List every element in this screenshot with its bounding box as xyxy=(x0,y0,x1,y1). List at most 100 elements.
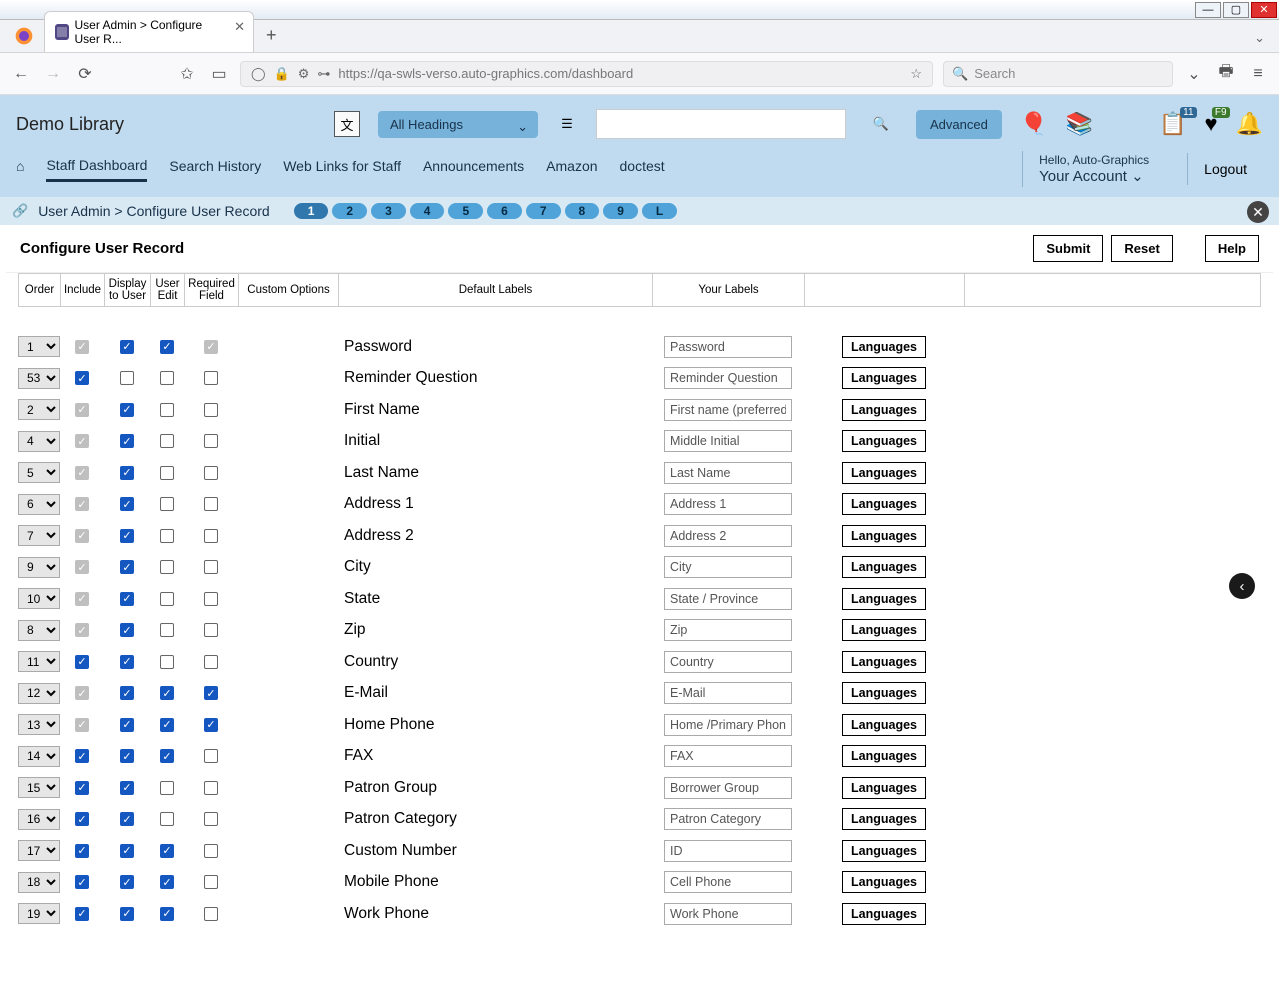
step-pill[interactable]: 3 xyxy=(371,203,406,219)
user-edit-checkbox[interactable] xyxy=(160,655,174,669)
user-edit-checkbox[interactable] xyxy=(160,781,174,795)
languages-button[interactable]: Languages xyxy=(842,871,926,893)
your-label-input[interactable] xyxy=(664,430,792,452)
catalog-search-input[interactable] xyxy=(596,109,846,139)
include-checkbox[interactable]: ✓ xyxy=(75,875,89,889)
display-checkbox[interactable]: ✓ xyxy=(120,812,134,826)
display-checkbox[interactable]: ✓ xyxy=(120,497,134,511)
order-select[interactable]: 17 xyxy=(18,840,60,861)
include-checkbox[interactable]: ✓ xyxy=(75,907,89,921)
display-checkbox[interactable]: ✓ xyxy=(120,655,134,669)
browser-tab[interactable]: User Admin > Configure User R... ✕ xyxy=(44,11,254,52)
pocket-icon[interactable]: ⌄ xyxy=(1183,64,1205,84)
user-edit-checkbox[interactable]: ✓ xyxy=(160,875,174,889)
display-checkbox[interactable]: ✓ xyxy=(120,403,134,417)
your-label-input[interactable] xyxy=(664,777,792,799)
required-checkbox[interactable] xyxy=(204,623,218,637)
step-pill[interactable]: 4 xyxy=(410,203,445,219)
step-pill[interactable]: 7 xyxy=(526,203,561,219)
step-pill[interactable]: 5 xyxy=(448,203,483,219)
window-minimize[interactable]: — xyxy=(1195,2,1221,18)
order-select[interactable]: 10 xyxy=(18,588,60,609)
search-submit-icon[interactable]: 🔍 xyxy=(864,109,898,139)
user-edit-checkbox[interactable] xyxy=(160,529,174,543)
order-select[interactable]: 18 xyxy=(18,872,60,893)
nav-item[interactable]: Web Links for Staff xyxy=(283,158,401,180)
display-checkbox[interactable]: ✓ xyxy=(120,529,134,543)
languages-button[interactable]: Languages xyxy=(842,493,926,515)
your-label-input[interactable] xyxy=(664,871,792,893)
home-icon[interactable]: ⌂ xyxy=(16,158,24,180)
nav-item[interactable]: Search History xyxy=(169,158,261,180)
back-icon[interactable]: ← xyxy=(10,65,32,83)
bell-icon[interactable]: 🔔 xyxy=(1236,111,1263,137)
your-label-input[interactable] xyxy=(664,525,792,547)
languages-button[interactable]: Languages xyxy=(842,651,926,673)
order-select[interactable]: 5 xyxy=(18,462,60,483)
display-checkbox[interactable]: ✓ xyxy=(120,466,134,480)
breadcrumb-text[interactable]: User Admin > Configure User Record xyxy=(38,203,270,219)
display-checkbox[interactable]: ✓ xyxy=(120,623,134,637)
languages-button[interactable]: Languages xyxy=(842,525,926,547)
list-icon[interactable]: 📋11 xyxy=(1159,111,1186,137)
nav-item[interactable]: Amazon xyxy=(546,158,597,180)
required-checkbox[interactable] xyxy=(204,749,218,763)
your-label-input[interactable] xyxy=(664,903,792,925)
languages-button[interactable]: Languages xyxy=(842,777,926,799)
display-checkbox[interactable]: ✓ xyxy=(120,875,134,889)
step-pill[interactable]: L xyxy=(642,203,677,219)
include-checkbox[interactable]: ✓ xyxy=(75,812,89,826)
user-edit-checkbox[interactable] xyxy=(160,371,174,385)
order-select[interactable]: 53 xyxy=(18,368,60,389)
order-select[interactable]: 2 xyxy=(18,399,60,420)
search-scope-select[interactable]: All Headings ⌄ xyxy=(378,111,538,138)
step-pill[interactable]: 9 xyxy=(603,203,638,219)
user-edit-checkbox[interactable] xyxy=(160,403,174,417)
languages-button[interactable]: Languages xyxy=(842,745,926,767)
user-edit-checkbox[interactable] xyxy=(160,812,174,826)
your-label-input[interactable] xyxy=(664,840,792,862)
required-checkbox[interactable] xyxy=(204,529,218,543)
order-select[interactable]: 4 xyxy=(18,431,60,452)
order-select[interactable]: 12 xyxy=(18,683,60,704)
required-checkbox[interactable] xyxy=(204,781,218,795)
languages-button[interactable]: Languages xyxy=(842,430,926,452)
your-label-input[interactable] xyxy=(664,367,792,389)
balloon-icon[interactable]: 🎈 xyxy=(1020,111,1047,137)
tab-close-icon[interactable]: ✕ xyxy=(234,19,245,35)
languages-button[interactable]: Languages xyxy=(842,336,926,358)
display-checkbox[interactable]: ✓ xyxy=(120,749,134,763)
required-checkbox[interactable] xyxy=(204,497,218,511)
favorites-icon[interactable]: ♥F9 xyxy=(1205,111,1218,137)
user-edit-checkbox[interactable] xyxy=(160,497,174,511)
languages-button[interactable]: Languages xyxy=(842,399,926,421)
required-checkbox[interactable] xyxy=(204,560,218,574)
include-checkbox[interactable]: ✓ xyxy=(75,749,89,763)
your-label-input[interactable] xyxy=(664,619,792,641)
your-label-input[interactable] xyxy=(664,336,792,358)
submit-button[interactable]: Submit xyxy=(1033,235,1103,262)
required-checkbox[interactable] xyxy=(204,812,218,826)
display-checkbox[interactable]: ✓ xyxy=(120,560,134,574)
include-checkbox[interactable]: ✓ xyxy=(75,781,89,795)
languages-button[interactable]: Languages xyxy=(842,588,926,610)
user-edit-checkbox[interactable] xyxy=(160,466,174,480)
your-label-input[interactable] xyxy=(664,808,792,830)
languages-button[interactable]: Languages xyxy=(842,714,926,736)
bookmark-out-icon[interactable]: ✩ xyxy=(176,64,198,84)
languages-button[interactable]: Languages xyxy=(842,808,926,830)
user-edit-checkbox[interactable]: ✓ xyxy=(160,686,174,700)
languages-button[interactable]: Languages xyxy=(842,840,926,862)
required-checkbox[interactable]: ✓ xyxy=(204,686,218,700)
order-select[interactable]: 6 xyxy=(18,494,60,515)
your-label-input[interactable] xyxy=(664,462,792,484)
window-maximize[interactable]: ▢ xyxy=(1223,2,1249,18)
required-checkbox[interactable] xyxy=(204,466,218,480)
help-button[interactable]: Help xyxy=(1205,235,1259,262)
order-select[interactable]: 14 xyxy=(18,746,60,767)
languages-button[interactable]: Languages xyxy=(842,682,926,704)
nav-item[interactable]: Staff Dashboard xyxy=(46,157,147,182)
reset-button[interactable]: Reset xyxy=(1111,235,1172,262)
display-checkbox[interactable]: ✓ xyxy=(120,686,134,700)
required-checkbox[interactable]: ✓ xyxy=(204,718,218,732)
